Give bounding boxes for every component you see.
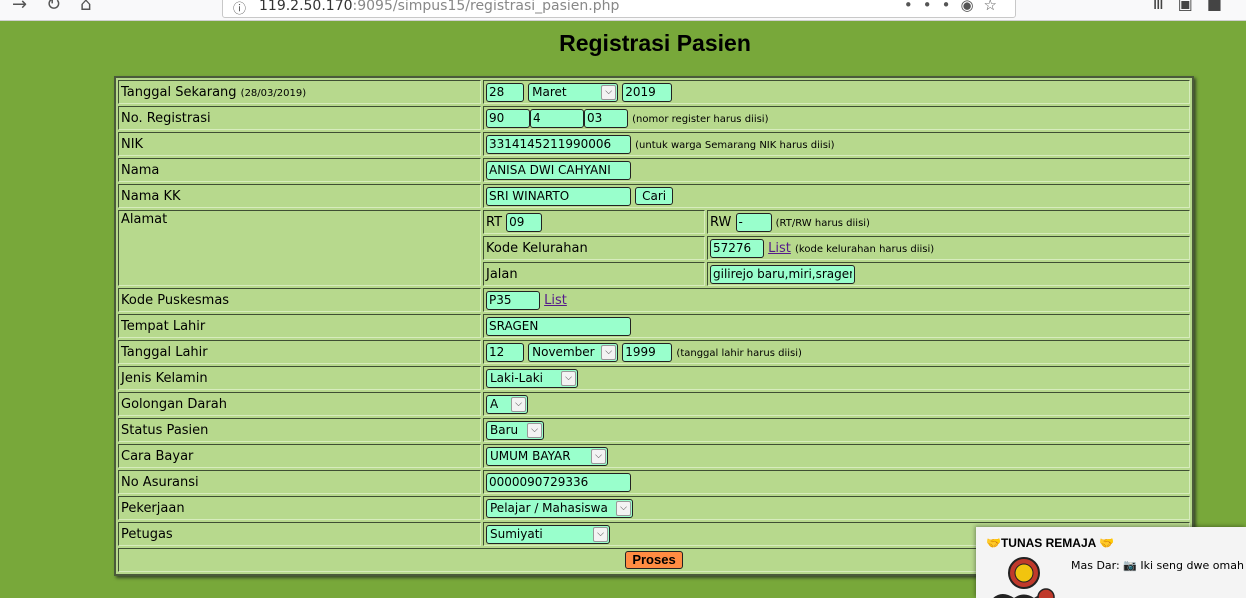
jalan-input[interactable]: [710, 264, 855, 284]
page-actions-icon[interactable]: •••: [904, 0, 961, 14]
label-no-asuransi: No Asuransi: [118, 470, 481, 494]
current-day-input[interactable]: [486, 82, 524, 102]
chevron-down-icon: ⌵: [561, 370, 576, 386]
kelurahan-label: Kode Kelurahan: [483, 236, 705, 260]
petugas-select[interactable]: Sumiyati ⌵: [486, 524, 610, 544]
label-petugas: Petugas: [118, 522, 481, 546]
pekerjaan-select[interactable]: Pelajar / Mahasiswa ⌵: [486, 498, 633, 518]
chevron-down-icon: ⌵: [601, 344, 617, 360]
handshake-icon: 🤝: [986, 536, 1001, 550]
kelurahan-input[interactable]: [710, 238, 764, 258]
registration-part1-input[interactable]: [486, 108, 530, 128]
address-bar[interactable]: ⓘ 119.2.50.170:9095/simpus15/registrasi_…: [222, 0, 1016, 18]
extension-icon[interactable]: ■: [1207, 0, 1236, 13]
label-alamat: Alamat: [118, 210, 481, 286]
chevron-down-icon: ⌵: [601, 84, 617, 100]
nama-input[interactable]: [486, 160, 631, 180]
tempat-lahir-input[interactable]: [486, 316, 631, 336]
chevron-down-icon: ⌵: [616, 500, 631, 516]
proses-button[interactable]: Proses: [625, 551, 683, 569]
label-golongan-darah: Golongan Darah: [118, 392, 481, 416]
row-no-asuransi: No Asuransi: [118, 470, 1190, 494]
registration-form: Tanggal Sekarang (28/03/2019) Maret⌵ No.…: [114, 76, 1194, 576]
row-pekerjaan: Pekerjaan Pelajar / Mahasiswa ⌵: [118, 496, 1190, 520]
label-nama: Nama: [118, 158, 481, 182]
registration-part3-input[interactable]: [584, 108, 628, 128]
chat-message: Mas Dar: 📷 Iki seng dwe omah: [1071, 559, 1244, 572]
sidebar-icon[interactable]: ▣: [1178, 0, 1207, 13]
label-tanggal-sekarang: Tanggal Sekarang (28/03/2019): [118, 80, 481, 104]
nik-note: (untuk warga Semarang NIK harus diisi): [635, 139, 835, 151]
info-icon[interactable]: ⓘ: [233, 0, 246, 17]
label-tanggal-lahir: Tanggal Lahir: [118, 340, 481, 364]
rt-rw-note: (RT/RW harus diisi): [775, 217, 870, 229]
rt-label: RT: [486, 214, 503, 230]
row-golongan-darah: Golongan Darah A ⌵: [118, 392, 1190, 416]
label-cara-bayar: Cara Bayar: [118, 444, 481, 468]
jenis-kelamin-select[interactable]: Laki-Laki ⌵: [486, 368, 578, 388]
label-kode-puskesmas: Kode Puskesmas: [118, 288, 481, 312]
cari-button[interactable]: Cari: [635, 187, 674, 205]
cara-bayar-select[interactable]: UMUM BAYAR ⌵: [486, 446, 608, 466]
row-nik: NIK (untuk warga Semarang NIK harus diis…: [118, 132, 1190, 156]
label-pekerjaan: Pekerjaan: [118, 496, 481, 520]
registration-note: (nomor register harus diisi): [632, 113, 769, 125]
row-tempat-lahir: Tempat Lahir: [118, 314, 1190, 338]
no-asuransi-input[interactable]: [486, 472, 631, 492]
page-title: Registrasi Pasien: [559, 30, 751, 56]
nama-kk-input[interactable]: [486, 186, 631, 206]
label-nama-kk: Nama KK: [118, 184, 481, 208]
label-no-registrasi: No. Registrasi: [118, 106, 481, 130]
birth-date-note: (tanggal lahir harus diisi): [676, 347, 802, 359]
kelurahan-note: (kode kelurahan harus diisi): [795, 243, 935, 255]
current-year-input[interactable]: [622, 82, 673, 102]
handshake-icon: 🤝: [1099, 536, 1115, 550]
row-no-registrasi: No. Registrasi (nomor register harus dii…: [118, 106, 1190, 130]
birth-year-input[interactable]: [622, 342, 673, 362]
home-icon[interactable]: ⌂: [80, 0, 91, 15]
group-logo: [993, 557, 1055, 598]
library-icon[interactable]: Ⅲ: [1153, 0, 1178, 13]
rw-label: RW: [710, 214, 732, 230]
chat-notification[interactable]: 🤝TUNAS REMAJA 🤝 Mas Dar: 📷 Iki seng dwe …: [976, 527, 1246, 598]
label-jenis-kelamin: Jenis Kelamin: [118, 366, 481, 390]
puskesmas-input[interactable]: [486, 290, 540, 310]
label-tempat-lahir: Tempat Lahir: [118, 314, 481, 338]
label-status-pasien: Status Pasien: [118, 418, 481, 442]
bookmark-star-icon[interactable]: ☆: [984, 0, 1007, 14]
row-nama-kk: Nama KK Cari: [118, 184, 1190, 208]
current-date-note: (28/03/2019): [240, 87, 307, 99]
status-pasien-select[interactable]: Baru ⌵: [486, 420, 544, 440]
row-kode-puskesmas: Kode Puskesmas List: [118, 288, 1190, 312]
row-tanggal-sekarang: Tanggal Sekarang (28/03/2019) Maret⌵: [118, 80, 1190, 104]
forward-icon[interactable]: →: [12, 0, 27, 15]
reload-icon[interactable]: ↻: [46, 0, 61, 15]
rw-input[interactable]: [735, 212, 772, 232]
golongan-darah-select[interactable]: A ⌵: [486, 394, 528, 414]
birth-month-select[interactable]: November ⌵: [528, 342, 619, 362]
chevron-down-icon: ⌵: [593, 526, 608, 542]
birth-day-input[interactable]: [486, 342, 524, 362]
jalan-label: Jalan: [483, 262, 705, 286]
chevron-down-icon: ⌵: [511, 396, 526, 412]
nik-input[interactable]: [486, 134, 631, 154]
row-status-pasien: Status Pasien Baru ⌵: [118, 418, 1190, 442]
chat-title: 🤝TUNAS REMAJA 🤝: [986, 536, 1115, 550]
chevron-down-icon: ⌵: [527, 422, 542, 438]
rt-input[interactable]: [506, 212, 543, 232]
row-tanggal-lahir: Tanggal Lahir November⌵ (tanggal lahir h…: [118, 340, 1190, 364]
row-nama: Nama: [118, 158, 1190, 182]
pocket-icon[interactable]: ◉: [960, 0, 983, 14]
kelurahan-list-link[interactable]: List: [768, 241, 791, 256]
current-month-select[interactable]: Maret ⌵: [528, 82, 619, 102]
label-nik: NIK: [118, 132, 481, 156]
row-alamat-rt: Alamat RT RW (RT/RW harus diisi): [118, 210, 1190, 286]
registration-part2-input[interactable]: [530, 108, 584, 128]
url-text: 119.2.50.170:9095/simpus15/registrasi_pa…: [259, 0, 620, 14]
browser-toolbar: → ↻ ⌂ ⓘ 119.2.50.170:9095/simpus15/regis…: [0, 0, 1246, 21]
row-cara-bayar: Cara Bayar UMUM BAYAR ⌵: [118, 444, 1190, 468]
puskesmas-list-link[interactable]: List: [544, 293, 567, 308]
row-jenis-kelamin: Jenis Kelamin Laki-Laki ⌵: [118, 366, 1190, 390]
chevron-down-icon: ⌵: [591, 448, 606, 464]
